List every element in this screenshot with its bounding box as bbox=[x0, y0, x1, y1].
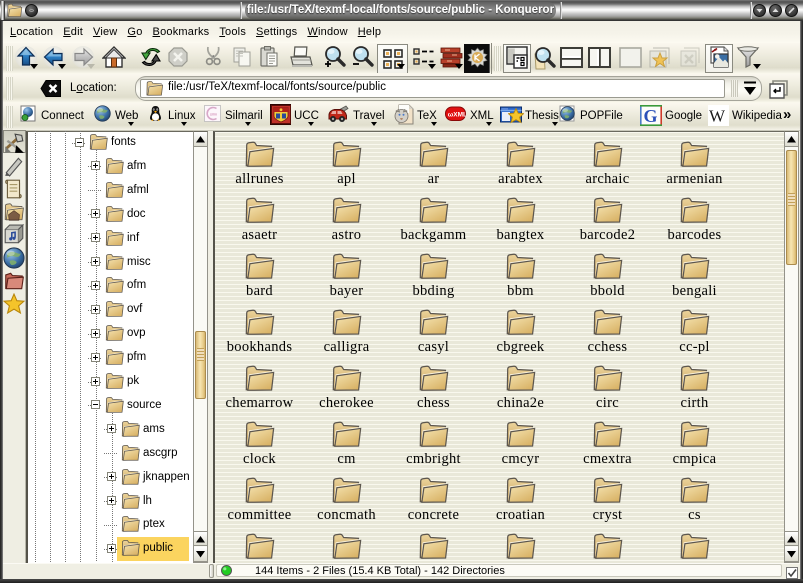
svg-text:ωXML: ωXML bbox=[448, 112, 466, 119]
svg-text:silm: silm bbox=[210, 112, 218, 117]
svg-text:W: W bbox=[709, 107, 726, 126]
svg-text:G: G bbox=[644, 106, 658, 126]
